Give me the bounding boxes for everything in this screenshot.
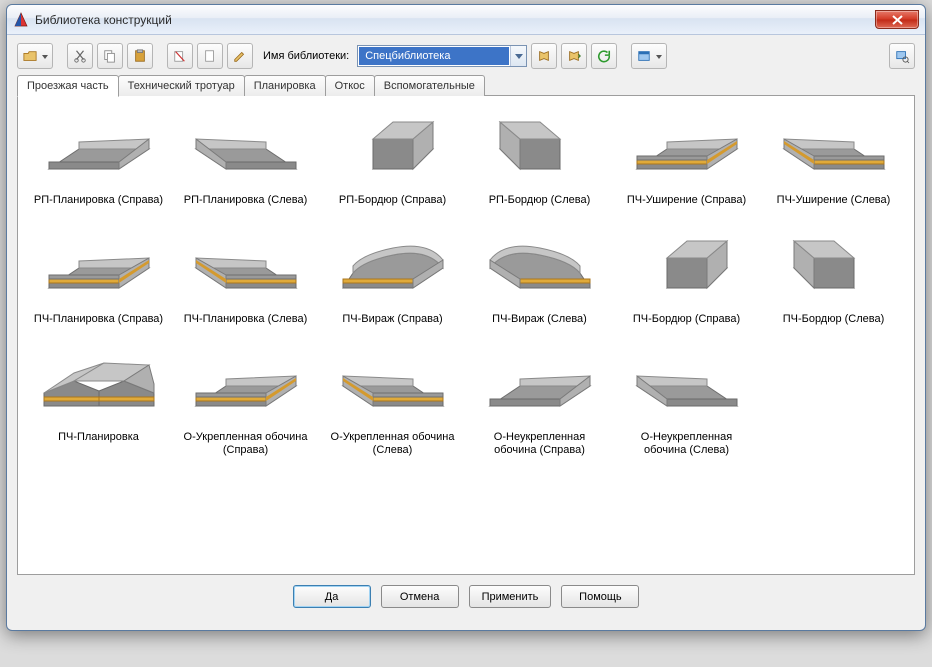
library-item[interactable]: ПЧ-Уширение (Справа) <box>618 110 755 207</box>
item-thumbnail <box>333 110 453 188</box>
item-label: РП-Планировка (Слева) <box>184 194 308 207</box>
window-title: Библиотека конструкций <box>35 13 172 27</box>
library-combo[interactable]: Спецбиблиотека <box>357 45 527 67</box>
item-label: РП-Бордюр (Слева) <box>489 194 591 207</box>
item-label: О-Укрепленная обочина (Справа) <box>178 431 313 456</box>
dialog-buttons: Да Отмена Применить Помощь <box>17 575 915 620</box>
dialog-window: Библиотека конструкций <box>6 4 926 631</box>
library-item[interactable]: РП-Бордюр (Справа) <box>324 110 461 207</box>
item-label: О-Неукрепленная обочина (Справа) <box>472 431 607 456</box>
item-thumbnail <box>627 347 747 425</box>
item-thumbnail <box>39 110 159 188</box>
item-label: ПЧ-Уширение (Слева) <box>777 194 891 207</box>
book-prev-button[interactable] <box>531 43 557 69</box>
item-label: ПЧ-Уширение (Справа) <box>627 194 746 207</box>
item-thumbnail <box>480 110 600 188</box>
app-icon <box>13 12 29 28</box>
library-item[interactable]: ПЧ-Планировка (Справа) <box>30 229 167 326</box>
item-thumbnail <box>39 229 159 307</box>
ok-button[interactable]: Да <box>293 585 371 608</box>
library-combo-value: Спецбиблиотека <box>359 47 509 65</box>
item-thumbnail <box>480 229 600 307</box>
item-label: ПЧ-Планировка (Справа) <box>34 313 163 326</box>
library-item[interactable]: ПЧ-Бордюр (Слева) <box>765 229 902 326</box>
item-thumbnail <box>333 229 453 307</box>
library-item[interactable]: ПЧ-Бордюр (Справа) <box>618 229 755 326</box>
library-item[interactable]: О-Укрепленная обочина (Справа) <box>177 347 314 456</box>
library-item[interactable]: О-Неукрепленная обочина (Справа) <box>471 347 608 456</box>
library-item[interactable]: ПЧ-Вираж (Справа) <box>324 229 461 326</box>
tab-3[interactable]: Откос <box>325 75 375 96</box>
close-button[interactable] <box>875 10 919 29</box>
cancel-button[interactable]: Отмена <box>381 585 459 608</box>
help-button[interactable]: Помощь <box>561 585 639 608</box>
tab-2[interactable]: Планировка <box>244 75 326 96</box>
item-label: ПЧ-Вираж (Слева) <box>492 313 587 326</box>
item-label: О-Неукрепленная обочина (Слева) <box>619 431 754 456</box>
library-item[interactable]: ПЧ-Вираж (Слева) <box>471 229 608 326</box>
library-item[interactable]: РП-Бордюр (Слева) <box>471 110 608 207</box>
toolbar: Имя библиотеки: Спецбиблиотека <box>17 43 915 69</box>
tab-4[interactable]: Вспомогательные <box>374 75 485 96</box>
chevron-down-icon <box>510 46 526 66</box>
titlebar: Библиотека конструкций <box>7 5 925 35</box>
item-thumbnail <box>627 229 747 307</box>
item-label: ПЧ-Бордюр (Слева) <box>783 313 885 326</box>
item-label: РП-Планировка (Справа) <box>34 194 163 207</box>
paste-button[interactable] <box>127 43 153 69</box>
item-label: ПЧ-Вираж (Справа) <box>342 313 442 326</box>
library-item[interactable]: ПЧ-Уширение (Слева) <box>765 110 902 207</box>
tab-1[interactable]: Технический тротуар <box>118 75 245 96</box>
open-menu-button[interactable] <box>17 43 53 69</box>
book-next-button[interactable] <box>561 43 587 69</box>
inspect-button[interactable] <box>889 43 915 69</box>
library-item[interactable]: О-Неукрепленная обочина (Слева) <box>618 347 755 456</box>
tab-0[interactable]: Проезжая часть <box>17 75 119 97</box>
item-label: ПЧ-Планировка <box>58 431 139 444</box>
tab-bar: Проезжая частьТехнический тротуарПланиро… <box>17 75 915 96</box>
item-thumbnail <box>186 229 306 307</box>
library-item[interactable]: ПЧ-Планировка <box>30 347 167 456</box>
item-thumbnail <box>480 347 600 425</box>
item-thumbnail <box>39 347 159 425</box>
item-thumbnail <box>627 110 747 188</box>
new-doc-button[interactable] <box>197 43 223 69</box>
view-menu-button[interactable] <box>631 43 667 69</box>
item-label: РП-Бордюр (Справа) <box>339 194 446 207</box>
item-thumbnail <box>333 347 453 425</box>
item-label: ПЧ-Планировка (Слева) <box>184 313 308 326</box>
item-thumbnail <box>774 110 894 188</box>
cut-button[interactable] <box>67 43 93 69</box>
content-pane: РП-Планировка (Справа) РП-Планировка (Сл… <box>17 95 915 575</box>
item-thumbnail <box>186 347 306 425</box>
apply-button[interactable]: Применить <box>469 585 552 608</box>
item-thumbnail <box>186 110 306 188</box>
refresh-button[interactable] <box>591 43 617 69</box>
edit-button[interactable] <box>227 43 253 69</box>
item-label: ПЧ-Бордюр (Справа) <box>633 313 740 326</box>
item-thumbnail <box>774 229 894 307</box>
library-item[interactable]: РП-Планировка (Справа) <box>30 110 167 207</box>
library-item[interactable]: ПЧ-Планировка (Слева) <box>177 229 314 326</box>
item-grid: РП-Планировка (Справа) РП-Планировка (Сл… <box>30 110 902 457</box>
delete-button[interactable] <box>167 43 193 69</box>
library-item[interactable]: РП-Планировка (Слева) <box>177 110 314 207</box>
copy-button[interactable] <box>97 43 123 69</box>
item-label: О-Укрепленная обочина (Слева) <box>325 431 460 456</box>
library-item[interactable]: О-Укрепленная обочина (Слева) <box>324 347 461 456</box>
library-label: Имя библиотеки: <box>263 50 349 62</box>
